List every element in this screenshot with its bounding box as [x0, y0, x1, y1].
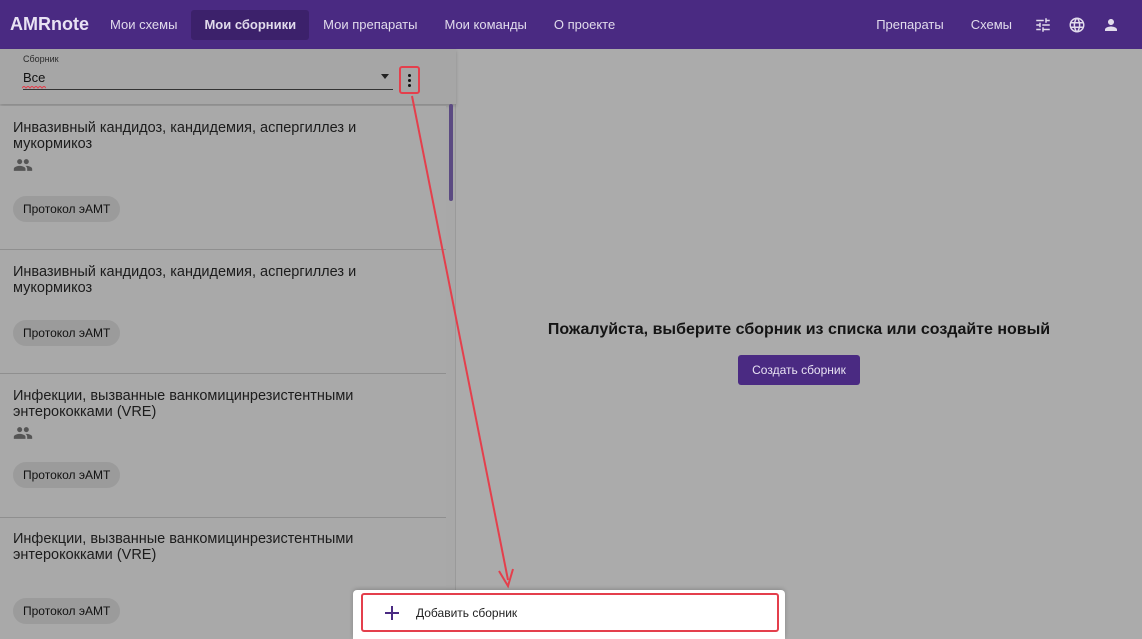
empty-state-message: Пожалуйста, выберите сборник из списка и… — [547, 321, 1051, 338]
collection-actions-menu: Добавить сборник — [353, 590, 785, 639]
brand-logo[interactable]: AMRnote — [10, 14, 89, 35]
list-item[interactable]: Инвазивный кандидоз, кандидемия, асперги… — [0, 106, 446, 250]
list-item-title: Инвазивный кандидоз, кандидемия, асперги… — [13, 264, 357, 296]
more-vert-icon[interactable] — [399, 66, 420, 94]
list-item-title: Инфекции, вызванные ванкомицинрезистентн… — [13, 388, 354, 420]
nav-my-collections[interactable]: Мои сборники — [191, 9, 310, 40]
collection-selector: Сборник Все — [0, 49, 456, 104]
nav-drugs[interactable]: Препараты — [863, 10, 957, 40]
nav-schemes[interactable]: Схемы — [958, 10, 1025, 40]
list-scrollbar[interactable] — [449, 104, 453, 201]
collection-list: Инвазивный кандидоз, кандидемия, асперги… — [0, 106, 446, 639]
list-item[interactable]: Инфекции, вызванные ванкомицинрезистентн… — [0, 374, 446, 518]
list-item-title: Инвазивный кандидоз, кандидемия, асперги… — [13, 120, 357, 152]
tune-icon[interactable] — [1026, 10, 1060, 40]
list-item-title: Инфекции, вызванные ванкомицинрезистентн… — [13, 531, 354, 563]
list-item[interactable]: Инвазивный кандидоз, кандидемия, асперги… — [0, 250, 446, 374]
people-icon — [13, 158, 33, 172]
right-nav: Препараты Схемы — [863, 0, 1128, 49]
add-collection-label: Добавить сборник — [416, 605, 518, 620]
collection-select[interactable]: Все — [23, 70, 45, 85]
select-underline — [23, 89, 393, 90]
create-collection-button[interactable]: Создать сборник — [738, 355, 860, 385]
top-app-bar: AMRnote Мои схемы Мои сборники Мои препа… — [0, 0, 1142, 49]
main-nav: Мои схемы Мои сборники Мои препараты Мои… — [97, 0, 629, 49]
account-icon[interactable] — [1094, 10, 1128, 40]
protocol-chip[interactable]: Протокол эАМТ — [13, 320, 121, 346]
collection-select-label: Сборник — [23, 54, 59, 64]
nav-my-teams[interactable]: Мои команды — [431, 10, 539, 40]
protocol-chip[interactable]: Протокол эАМТ — [13, 196, 121, 222]
plus-icon — [385, 605, 399, 620]
add-collection-menu-item[interactable]: Добавить сборник — [361, 593, 779, 632]
spellcheck-underline — [22, 86, 46, 89]
globe-icon[interactable] — [1060, 10, 1094, 40]
protocol-chip[interactable]: Протокол эАМТ — [13, 462, 121, 488]
nav-about[interactable]: О проекте — [541, 10, 628, 40]
protocol-chip[interactable]: Протокол эАМТ — [13, 598, 121, 624]
caret-down-icon[interactable] — [381, 74, 389, 79]
nav-my-schemes[interactable]: Мои схемы — [97, 10, 190, 40]
people-icon — [13, 426, 33, 440]
nav-my-drugs[interactable]: Мои препараты — [310, 10, 430, 40]
collections-panel: Сборник Все Инвазивный кандидоз, кандиде… — [0, 49, 456, 639]
